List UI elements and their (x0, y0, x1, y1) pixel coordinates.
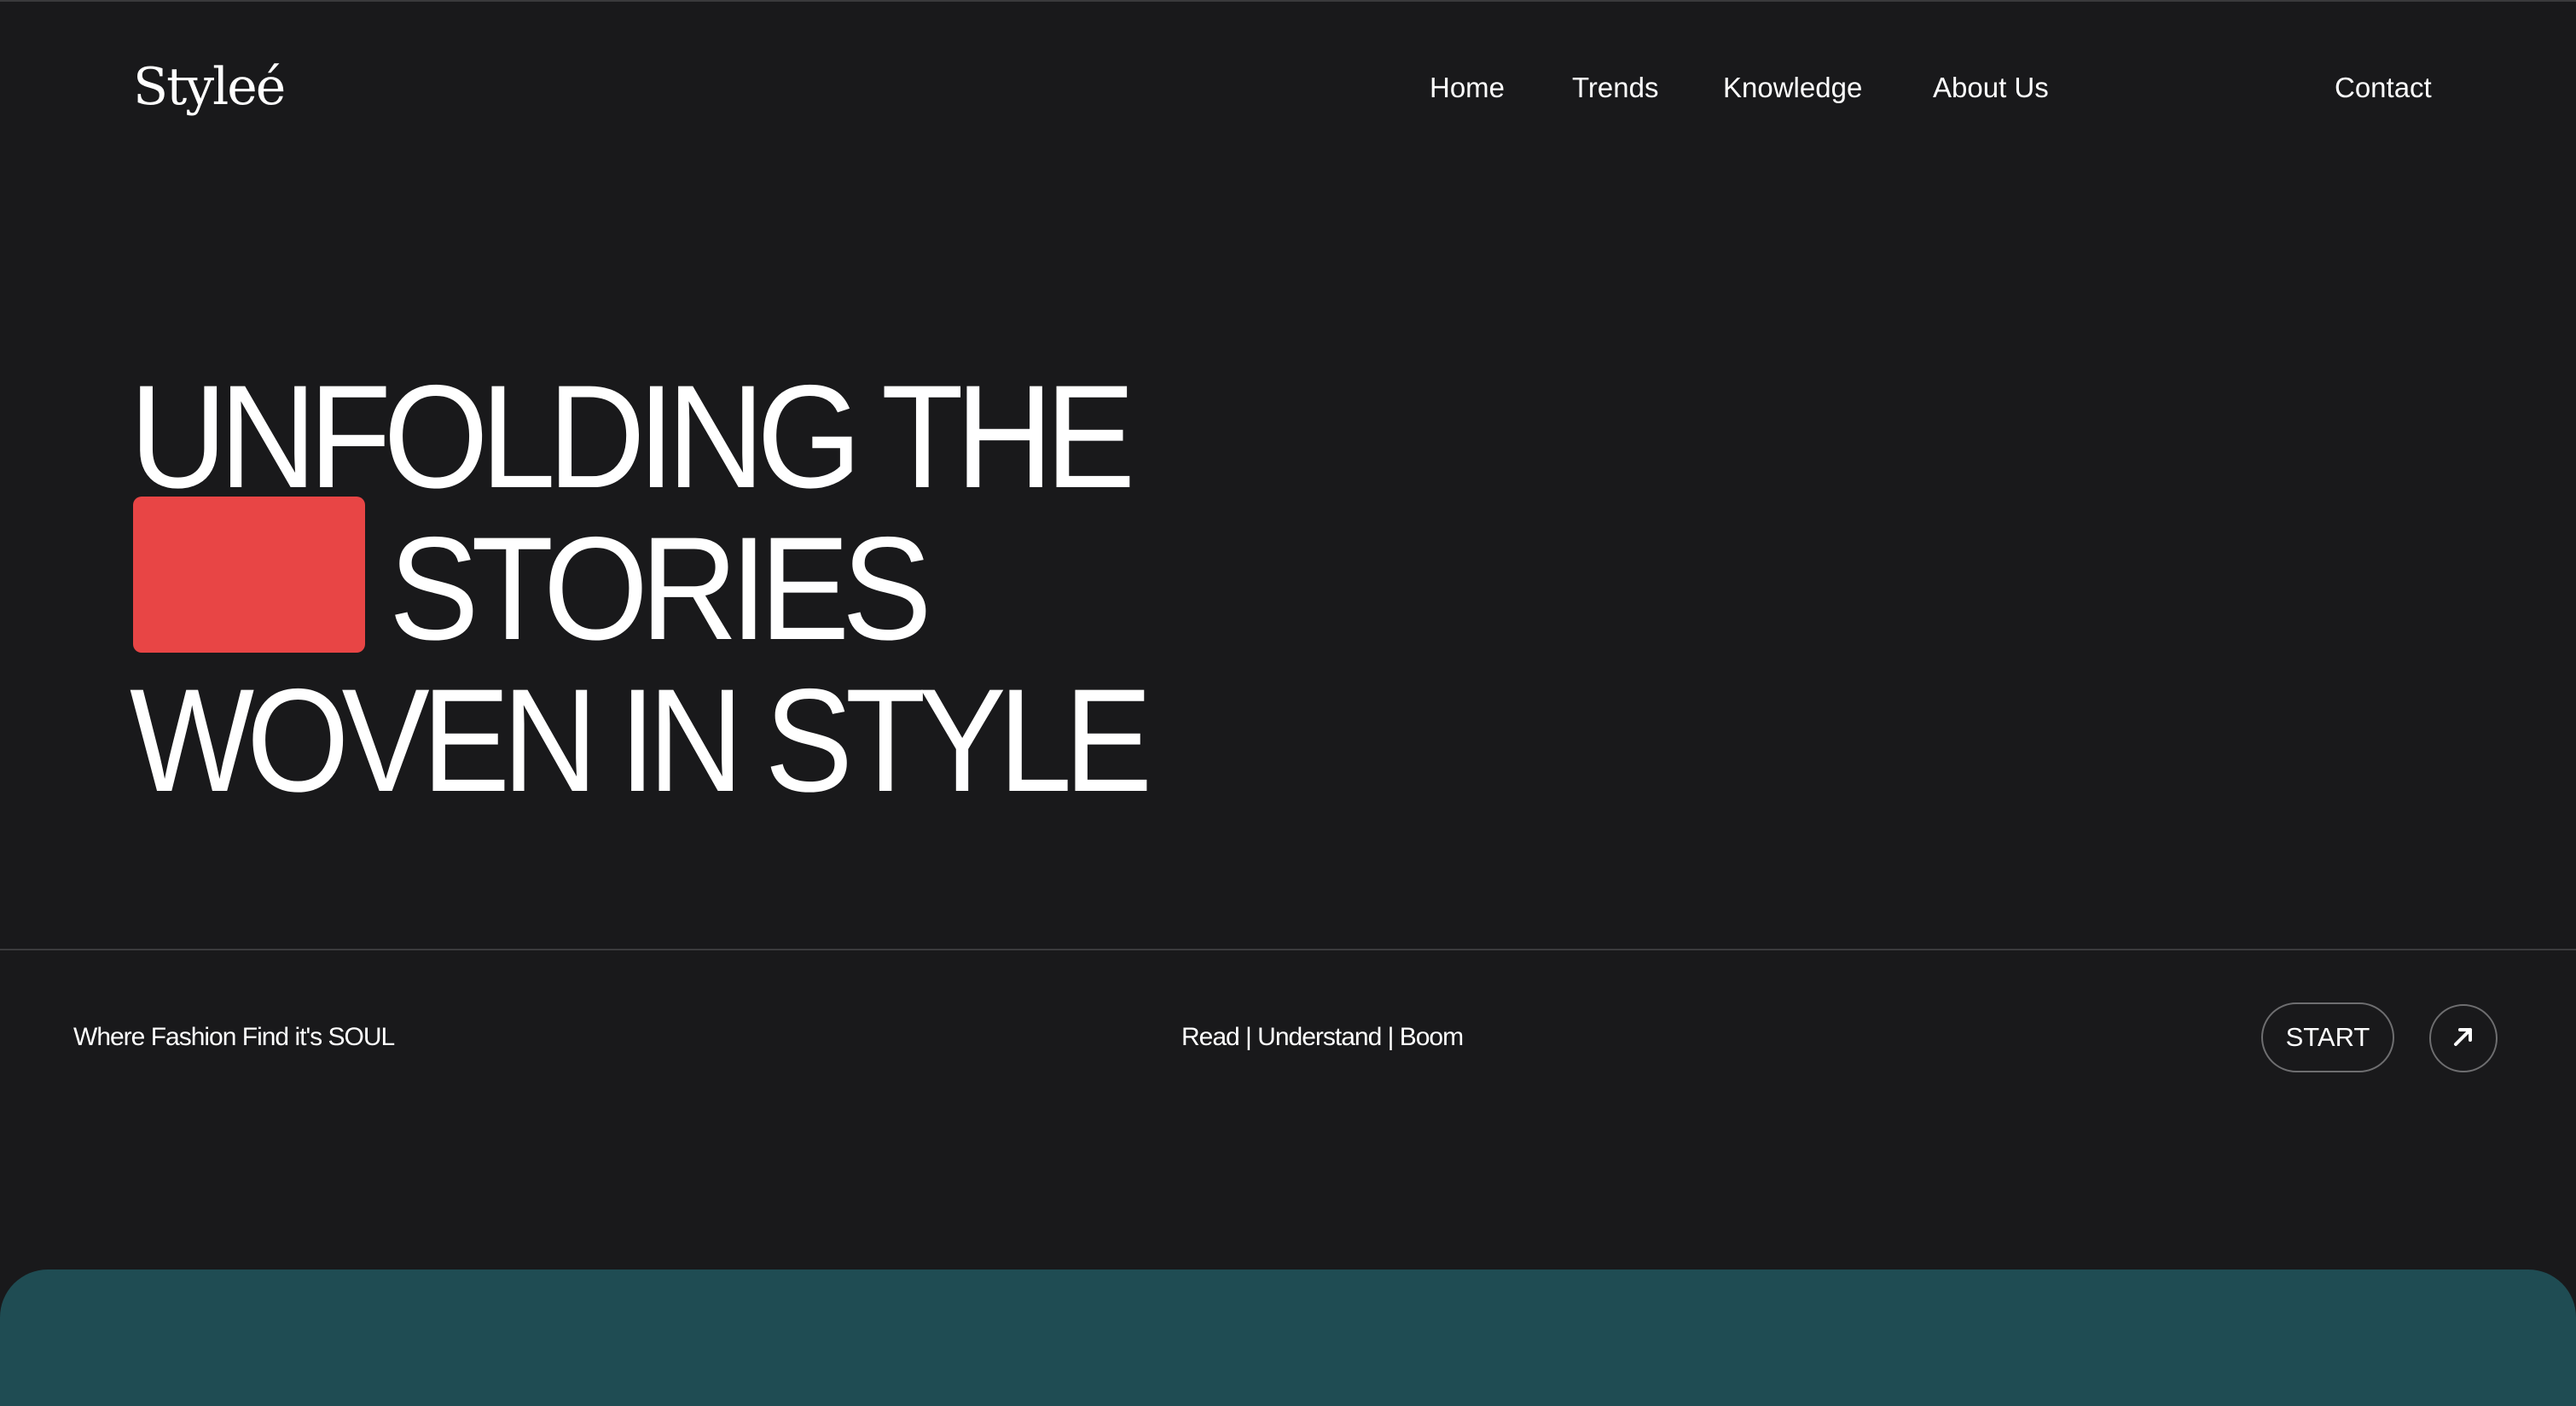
nav-contact[interactable]: Contact (2335, 67, 2432, 109)
nav-home[interactable]: Home (1430, 67, 1505, 109)
site-logo[interactable]: Styleé (133, 53, 286, 121)
hero-heading-line-2: STORIES (389, 507, 932, 671)
top-border (0, 0, 2576, 2)
arrow-up-right-icon (2451, 1024, 2476, 1054)
section-divider (0, 949, 2576, 950)
arrow-button[interactable] (2429, 1004, 2498, 1072)
landing-page: Styleé Home Trends Knowledge About Us Co… (0, 0, 2576, 1406)
nav-trends[interactable]: Trends (1572, 67, 1658, 109)
start-button[interactable]: START (2261, 1002, 2394, 1072)
hero-heading-line-3: WOVEN IN STYLE (130, 659, 1152, 822)
hero-heading-line-1: UNFOLDING THE (130, 355, 1135, 519)
tagline: Where Fashion Find it's SOUL (73, 1023, 395, 1051)
teal-panel (0, 1269, 2576, 1406)
nav-about-us[interactable]: About Us (1933, 67, 2049, 109)
hero-accent-block (133, 497, 365, 653)
center-text: Read | Understand | Boom (1181, 1023, 1464, 1051)
nav-knowledge[interactable]: Knowledge (1723, 67, 1862, 109)
start-button-label: START (2285, 1022, 2370, 1052)
